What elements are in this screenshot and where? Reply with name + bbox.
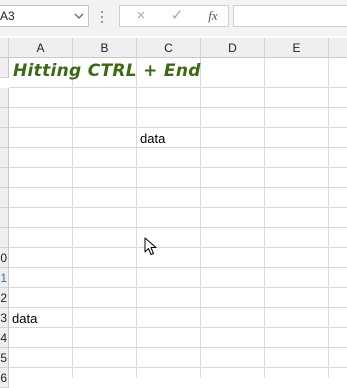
gridline <box>9 87 347 88</box>
column-header-e[interactable]: E <box>265 38 329 58</box>
gridline <box>200 58 201 378</box>
enter-icon[interactable]: ✓ <box>164 6 190 26</box>
gridline <box>9 267 347 268</box>
gridline <box>9 127 347 128</box>
splitter-handle[interactable] <box>101 11 103 25</box>
row-header[interactable] <box>0 188 9 208</box>
gridline <box>9 287 347 288</box>
gridline <box>9 187 347 188</box>
mouse-pointer-icon <box>144 237 157 255</box>
select-all-corner[interactable] <box>0 38 9 58</box>
gridline <box>72 58 73 378</box>
row-header[interactable] <box>0 208 9 228</box>
row-header[interactable] <box>0 148 9 168</box>
title-cell[interactable]: Hitting CTRL + End <box>13 61 201 81</box>
gridline <box>9 347 347 348</box>
gridline <box>9 247 347 248</box>
gridline <box>9 207 347 208</box>
gridline <box>328 58 329 378</box>
row-header[interactable]: 4 <box>0 328 9 348</box>
row-header[interactable]: 2 <box>0 288 9 308</box>
row-header[interactable] <box>0 108 9 128</box>
row-header[interactable]: 3 <box>0 308 9 328</box>
column-header-c[interactable]: C <box>137 38 201 58</box>
row-header[interactable] <box>0 58 9 78</box>
name-box[interactable]: A3 <box>0 5 89 27</box>
gridline <box>9 107 347 108</box>
insert-function-button[interactable]: fx <box>200 6 226 26</box>
gridline <box>9 147 347 148</box>
gridline <box>9 167 347 168</box>
row-header[interactable] <box>0 88 9 108</box>
name-box-value: A3 <box>0 9 15 23</box>
row-header[interactable]: 0 <box>0 248 9 268</box>
column-header-b[interactable]: B <box>73 38 137 58</box>
row-header[interactable] <box>0 228 9 248</box>
row-header[interactable]: 6 <box>0 368 9 388</box>
cancel-icon[interactable]: × <box>128 6 154 26</box>
row-header[interactable]: 1 <box>0 268 9 288</box>
row-header[interactable] <box>0 168 9 188</box>
formula-bar: A3 × ✓ fx <box>0 0 347 36</box>
cell-c4[interactable]: data <box>140 131 165 146</box>
formula-buttons: × ✓ fx <box>119 5 229 27</box>
gridline <box>264 58 265 378</box>
gridline <box>9 327 347 328</box>
gridline <box>136 58 137 378</box>
gridline <box>9 227 347 228</box>
gridline <box>9 307 347 308</box>
column-header-a[interactable]: A <box>9 38 73 58</box>
cell-a13[interactable]: data <box>12 311 37 326</box>
row-header[interactable] <box>0 128 9 148</box>
chevron-down-icon[interactable] <box>74 10 84 22</box>
gridline <box>9 367 347 368</box>
column-header-f[interactable] <box>329 38 347 58</box>
column-header-d[interactable]: D <box>201 38 265 58</box>
row-header[interactable]: 5 <box>0 348 9 368</box>
formula-input[interactable] <box>233 5 347 27</box>
